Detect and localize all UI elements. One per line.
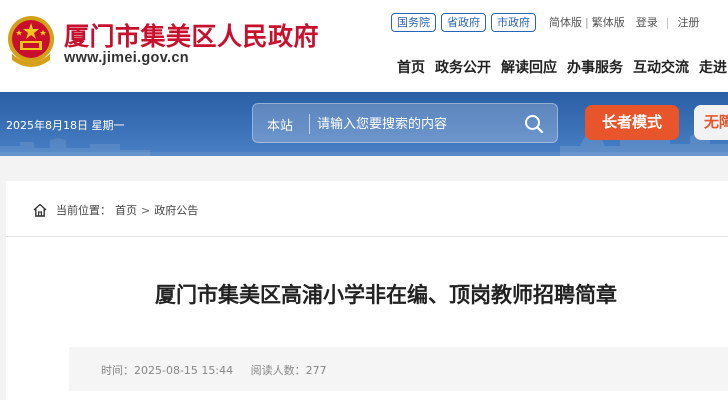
top-links: 国务院 省政府 市政府 简体版 | 繁体版 登录 | 注册 bbox=[391, 12, 699, 32]
article-title: 厦门市集美区高浦小学非在编、顶岗教师招聘简章 bbox=[155, 283, 617, 307]
search-divider bbox=[309, 114, 310, 134]
nav-services[interactable]: 办事服务 bbox=[567, 57, 623, 77]
search-icon[interactable] bbox=[523, 113, 545, 135]
login-link[interactable]: 登录 bbox=[636, 14, 658, 30]
content-card: 当前位置： 首页 > 政府公告 厦门市集美区高浦小学非在编、顶岗教师招聘简章 时… bbox=[6, 181, 728, 400]
traditional-link[interactable]: 繁体版 bbox=[592, 14, 625, 30]
current-date: 2025年8月18日 星期一 bbox=[6, 119, 125, 132]
article-meta: 时间：2025-08-15 15:44 阅读人数：277 bbox=[69, 347, 728, 391]
breadcrumb-home[interactable]: 首页 bbox=[115, 202, 137, 218]
views-label: 阅读人数： bbox=[250, 364, 306, 377]
breadcrumb-gov-notice[interactable]: 政府公告 bbox=[154, 202, 198, 218]
gov-link-province[interactable]: 省政府 bbox=[441, 12, 486, 32]
elder-mode-button[interactable]: 长者模式 bbox=[585, 105, 679, 140]
national-emblem-icon[interactable] bbox=[6, 14, 56, 68]
simplified-link[interactable]: 简体版 bbox=[549, 14, 582, 30]
search-box[interactable]: 本站 bbox=[252, 103, 558, 143]
site-header: 厦门市集美区人民政府 www.jimei.gov.cn 国务院 省政府 市政府 … bbox=[0, 0, 728, 92]
home-icon bbox=[33, 203, 47, 217]
nav-home[interactable]: 首页 bbox=[397, 57, 425, 77]
publish-time: 2025-08-15 15:44 bbox=[134, 364, 234, 377]
auth-separator: | bbox=[665, 15, 670, 29]
divider bbox=[6, 236, 728, 237]
nav-interpretation[interactable]: 解读回应 bbox=[501, 57, 557, 77]
banner: 2025年8月18日 星期一 本站 长者模式 无障 bbox=[0, 92, 728, 156]
search-input[interactable] bbox=[317, 110, 513, 138]
breadcrumb: 当前位置： 首页 > 政府公告 bbox=[32, 201, 198, 219]
nav-about[interactable]: 走进 bbox=[699, 57, 727, 77]
view-count: 277 bbox=[305, 364, 327, 377]
nav-gov-affairs[interactable]: 政务公开 bbox=[435, 57, 491, 77]
gov-link-state-council[interactable]: 国务院 bbox=[391, 12, 436, 32]
main-nav: 首页 政务公开 解读回应 办事服务 互动交流 走进 bbox=[397, 57, 728, 77]
nav-interaction[interactable]: 互动交流 bbox=[633, 57, 689, 77]
meta-text: 时间：2025-08-15 15:44 阅读人数：277 bbox=[101, 362, 327, 378]
site-title[interactable]: 厦门市集美区人民政府 bbox=[64, 17, 319, 53]
accessibility-button[interactable]: 无障 bbox=[694, 105, 728, 140]
breadcrumb-label: 当前位置： bbox=[56, 204, 111, 217]
breadcrumb-separator: > bbox=[141, 203, 151, 217]
time-label: 时间： bbox=[101, 364, 134, 377]
search-scope[interactable]: 本站 bbox=[267, 115, 293, 134]
gov-link-city[interactable]: 市政府 bbox=[491, 12, 536, 32]
site-url[interactable]: www.jimei.gov.cn bbox=[64, 50, 189, 66]
lang-separator: | bbox=[585, 15, 589, 29]
register-link[interactable]: 注册 bbox=[677, 14, 699, 30]
